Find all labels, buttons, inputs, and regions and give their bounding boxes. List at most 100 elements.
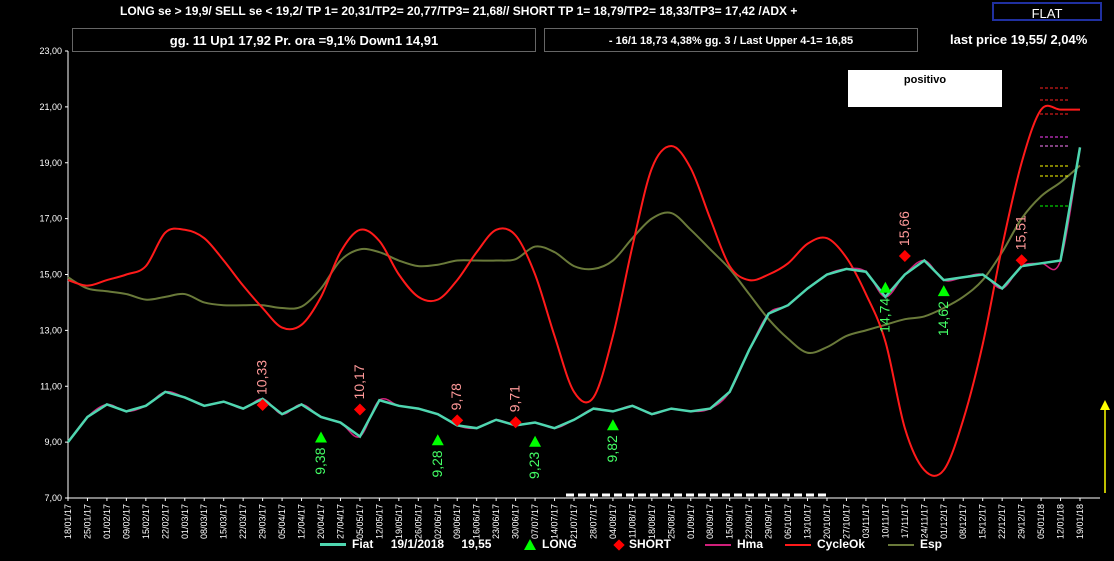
short-legend-icon xyxy=(613,539,625,551)
y-tick-label: 15,00 xyxy=(39,270,62,280)
x-tick-label: 21/07/17 xyxy=(569,504,579,539)
short-signal-label: 10,33 xyxy=(254,360,270,395)
esp-legend-icon xyxy=(888,543,914,546)
x-tick-label: 01/03/17 xyxy=(180,504,190,539)
y-axis-ticks: 7,00 9,00 11,00 13,00 15,00 17,00 19,00 21,00 23… xyxy=(39,46,68,503)
x-tick-label: 17/11/17 xyxy=(900,504,910,538)
short-signal-marker xyxy=(353,403,366,416)
long-signal-label: 9,82 xyxy=(604,435,620,462)
x-tick-label: 25/01/17 xyxy=(82,504,92,539)
long-signal-marker xyxy=(431,434,444,446)
x-tick-label: 27/10/17 xyxy=(841,504,851,539)
x-tick-label: 29/12/17 xyxy=(1017,504,1027,539)
short-signal-marker xyxy=(451,414,464,427)
x-tick-label: 12/05/17 xyxy=(374,504,384,539)
chart-extras xyxy=(566,87,1110,497)
short-signal-label: 9,71 xyxy=(507,385,523,412)
series-lines xyxy=(67,104,1082,477)
x-tick-label: 14/07/17 xyxy=(550,504,560,539)
x-tick-label: 20/10/17 xyxy=(822,504,832,539)
x-tick-label: 22/03/17 xyxy=(238,504,248,539)
esp-line xyxy=(67,164,1081,354)
long-signal-label: 9,23 xyxy=(526,451,542,478)
y-tick-label: 7,00 xyxy=(44,493,62,503)
x-tick-label: 26/05/17 xyxy=(413,504,423,539)
y-tick-label: 21,00 xyxy=(39,102,62,112)
long-signal-marker xyxy=(529,435,542,447)
signal-markers: 9,38 9,28 9,23 9,82 14,74 14,62 10,33 10,17 9,78… xyxy=(254,211,1029,479)
legend-fiat-label: Fiat xyxy=(352,537,374,551)
x-tick-label: 01/02/17 xyxy=(102,504,112,539)
short-signal-label: 15,66 xyxy=(896,211,912,246)
long-signal-marker xyxy=(606,419,619,431)
legend-fiat-value: 19,55 xyxy=(461,537,492,551)
long-signal-label: 9,38 xyxy=(312,447,328,474)
legend-fiat-date: 19/1/2018 xyxy=(390,537,445,551)
x-tick-label: 08/03/17 xyxy=(199,504,209,539)
legend-hma: Hma xyxy=(705,537,763,551)
short-signal-label: 15,51 xyxy=(1013,215,1029,250)
cycle-legend-icon xyxy=(785,543,811,546)
x-tick-label: 05/04/17 xyxy=(277,504,287,539)
x-tick-label: 22/12/17 xyxy=(997,504,1007,539)
hma-line xyxy=(67,147,1081,443)
x-tick-label: 10/11/17 xyxy=(880,504,890,538)
y-tick-label: 9,00 xyxy=(44,437,62,447)
x-tick-label: 29/03/17 xyxy=(258,504,268,539)
x-tick-label: 15/02/17 xyxy=(141,504,151,539)
y-tick-label: 17,00 xyxy=(39,214,62,224)
x-tick-label: 19/05/17 xyxy=(394,504,404,539)
long-legend-icon xyxy=(524,539,536,551)
x-tick-label: 01/09/17 xyxy=(686,504,696,539)
x-tick-label: 12/01/18 xyxy=(1056,504,1066,539)
x-tick-label: 07/07/17 xyxy=(530,504,540,539)
x-tick-label: 06/10/17 xyxy=(783,504,793,539)
x-tick-label: 03/11/17 xyxy=(861,504,871,538)
legend-hma-label: Hma xyxy=(737,537,764,551)
x-tick-label: 22/09/17 xyxy=(744,504,754,539)
y-tick-label: 23,00 xyxy=(39,46,62,56)
x-tick-label: 05/01/18 xyxy=(1036,504,1046,539)
x-tick-label: 15/12/17 xyxy=(978,504,988,539)
legend-cycle: CycleOk xyxy=(785,537,865,551)
x-tick-label: 27/04/17 xyxy=(335,504,345,539)
x-tick-label: 25/08/17 xyxy=(666,504,676,539)
x-tick-label: 01/12/17 xyxy=(939,504,949,539)
hma-legend-icon xyxy=(705,543,731,546)
long-signal-label: 14,62 xyxy=(935,301,951,336)
x-tick-label: 04/08/17 xyxy=(608,504,618,539)
x-tick-label: 11/08/17 xyxy=(627,504,637,538)
x-tick-label: 23/06/17 xyxy=(491,504,501,539)
x-tick-label: 30/06/17 xyxy=(511,504,521,539)
x-tick-label: 16/06/17 xyxy=(472,504,482,539)
price-chart: 7,00 9,00 11,00 13,00 15,00 17,00 19,00 21,00 23… xyxy=(39,46,1110,539)
chart-axes xyxy=(67,51,1100,499)
x-tick-label: 15/09/17 xyxy=(725,504,735,539)
short-signal-marker xyxy=(509,416,522,429)
y-tick-label: 19,00 xyxy=(39,158,62,168)
x-tick-label: 12/04/17 xyxy=(297,504,307,539)
legend-short-label: SHORT xyxy=(629,537,671,551)
long-signal-marker xyxy=(879,281,892,293)
short-signal-marker xyxy=(898,250,911,263)
fiat-price-line xyxy=(67,147,1082,443)
x-tick-label: 15/03/17 xyxy=(219,504,229,539)
long-signal-marker xyxy=(315,431,327,443)
x-tick-label: 18/08/17 xyxy=(647,504,657,539)
x-tick-label: 08/09/17 xyxy=(705,504,715,539)
x-tick-label: 05/05/17 xyxy=(355,504,365,539)
long-signal-marker xyxy=(937,285,950,297)
x-tick-label: 13/10/17 xyxy=(803,504,813,539)
x-tick-label: 08/12/17 xyxy=(958,504,968,539)
x-tick-label: 22/02/17 xyxy=(160,504,170,539)
x-tick-label: 09/02/17 xyxy=(121,504,131,539)
x-tick-label: 29/09/17 xyxy=(764,504,774,539)
long-signal-label: 14,74 xyxy=(876,298,892,333)
fiat-legend-icon xyxy=(320,543,346,547)
x-tick-label: 18/01/17 xyxy=(63,504,73,539)
x-tick-label: 19/01/18 xyxy=(1075,504,1085,539)
short-signal-label: 9,78 xyxy=(448,383,464,410)
long-signal-label: 9,28 xyxy=(429,450,445,477)
x-tick-label: 28/07/17 xyxy=(588,504,598,539)
x-tick-label: 20/04/17 xyxy=(316,504,326,539)
